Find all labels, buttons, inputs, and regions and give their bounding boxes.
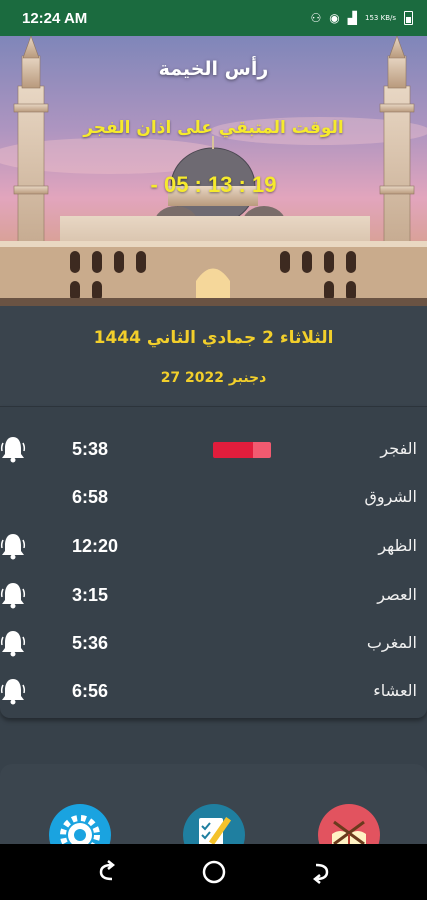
- prayer-time: 5:38: [72, 439, 109, 459]
- prayer-name: الظهر: [378, 536, 417, 555]
- city-name[interactable]: رأس الخيمة: [0, 58, 427, 80]
- header-banner: رأس الخيمة الوقت المتبقي على اذان الفجر …: [0, 36, 427, 306]
- quran-button[interactable]: [318, 804, 380, 844]
- prayer-time: 6:58: [72, 487, 109, 507]
- quran-book-icon: [332, 820, 366, 844]
- hijri-date: الثلاثاء 2 جمادي الثاني 1444: [93, 328, 334, 348]
- hotspot-icon: ◉: [329, 11, 340, 25]
- battery-icon: [404, 11, 413, 25]
- bell-icon[interactable]: [0, 677, 26, 705]
- network-speed: 153 KB/s: [365, 13, 396, 22]
- status-time: 12:24 AM: [22, 9, 88, 27]
- prayer-name: الشروق: [364, 487, 417, 506]
- prayer-name: المغرب: [366, 633, 417, 652]
- status-bar: 12:24 AM ⚇ ◉ ▟ 153 KB/s: [0, 0, 427, 36]
- status-icons: ⚇ ◉ ▟ 153 KB/s: [311, 11, 413, 25]
- prayer-row-sunrise: 6:58 الشروق: [0, 475, 427, 523]
- checklist-pen-icon: [199, 816, 232, 844]
- back-icon[interactable]: [306, 858, 334, 886]
- bell-icon[interactable]: [0, 629, 26, 657]
- prayer-row-fajr[interactable]: 5:38 الفجر: [0, 427, 427, 475]
- prayer-time: 3:15: [72, 585, 109, 605]
- home-icon[interactable]: [200, 858, 228, 886]
- recent-apps-icon[interactable]: [94, 858, 122, 886]
- prayer-time: 5:36: [72, 633, 109, 653]
- prayer-row-isha[interactable]: 6:56 العشاء: [0, 669, 427, 717]
- remaining-time-label: الوقت المتبقي على اذان الفجر: [83, 118, 344, 138]
- gear-icon: [60, 815, 100, 844]
- bell-icon[interactable]: [0, 581, 26, 609]
- prayer-name: الفجر: [380, 439, 417, 458]
- gregorian-date: 27 دجنبر 2022: [160, 370, 267, 386]
- settings-button[interactable]: [49, 804, 111, 844]
- system-navigation-bar: [0, 844, 427, 900]
- bell-icon[interactable]: [0, 532, 26, 560]
- prayer-row-dhuhr[interactable]: 12:20 الظهر: [0, 524, 427, 572]
- next-prayer-indicator: [213, 442, 271, 458]
- prayer-name: العشاء: [373, 681, 417, 700]
- signal-icon: ▟: [347, 11, 358, 25]
- countdown-timer: - 05 : 13 : 19: [150, 172, 277, 197]
- bottom-actions-panel: [0, 764, 427, 844]
- tasks-button[interactable]: [183, 804, 245, 844]
- date-card: الثلاثاء 2 جمادي الثاني 1444 27 دجنبر 20…: [0, 306, 427, 406]
- prayer-time: 6:56: [72, 681, 109, 701]
- vibrate-icon: ⚇: [310, 11, 322, 25]
- prayer-row-asr[interactable]: 3:15 العصر: [0, 573, 427, 621]
- prayer-time: 12:20: [72, 536, 119, 556]
- prayer-name: العصر: [377, 585, 417, 604]
- prayer-row-maghrib[interactable]: 5:36 المغرب: [0, 621, 427, 669]
- bell-icon[interactable]: [0, 435, 26, 463]
- prayer-times-list: 5:38 الفجر 6:58 الشروق 12:20 الظهر 3:15 …: [0, 406, 427, 718]
